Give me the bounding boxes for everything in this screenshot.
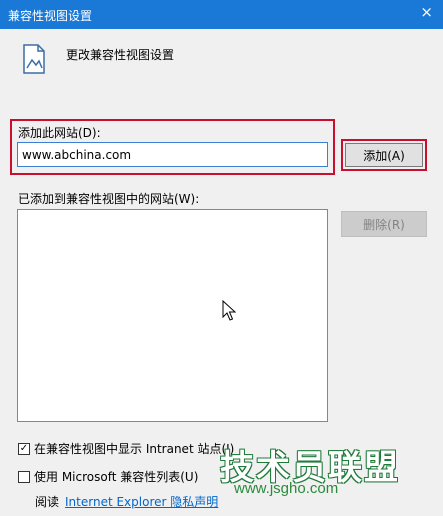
title-bar: 兼容性视图设置 × (0, 0, 443, 29)
checkmark-icon: ✓ (19, 442, 29, 454)
close-icon[interactable]: × (420, 5, 433, 20)
intranet-checkbox[interactable]: ✓ (18, 442, 30, 455)
privacy-link[interactable]: Internet Explorer 隐私声明 (65, 495, 218, 509)
watermark-url: www.jsgho.com (234, 480, 339, 497)
ms-list-option-label: 使用 Microsoft 兼容性列表(U) (34, 470, 199, 484)
intranet-option[interactable]: ✓ 在兼容性视图中显示 Intranet 站点(I) (18, 440, 234, 457)
ms-list-option[interactable]: 使用 Microsoft 兼容性列表(U) (18, 468, 198, 485)
compatibility-page-icon (23, 44, 45, 74)
add-site-label: 添加此网站(D): (18, 126, 101, 140)
watermark: 技术员联盟 www.jsgho.com (220, 440, 400, 497)
header-text: 更改兼容性视图设置 (66, 48, 175, 62)
add-button[interactable]: 添加(A) (345, 143, 423, 167)
mouse-cursor-icon (222, 300, 236, 321)
window-title: 兼容性视图设置 (8, 9, 93, 23)
site-list-label: 已添加到兼容性视图中的网站(W): (18, 192, 200, 206)
site-list[interactable] (17, 209, 328, 422)
ms-list-checkbox[interactable] (18, 470, 30, 483)
delete-button[interactable]: 删除(R) (341, 211, 427, 237)
intranet-option-label: 在兼容性视图中显示 Intranet 站点(I) (34, 442, 235, 456)
privacy-row: 阅读 Internet Explorer 隐私声明 (35, 493, 218, 510)
privacy-prefix: 阅读 (35, 495, 60, 509)
site-url-input[interactable] (17, 142, 328, 167)
